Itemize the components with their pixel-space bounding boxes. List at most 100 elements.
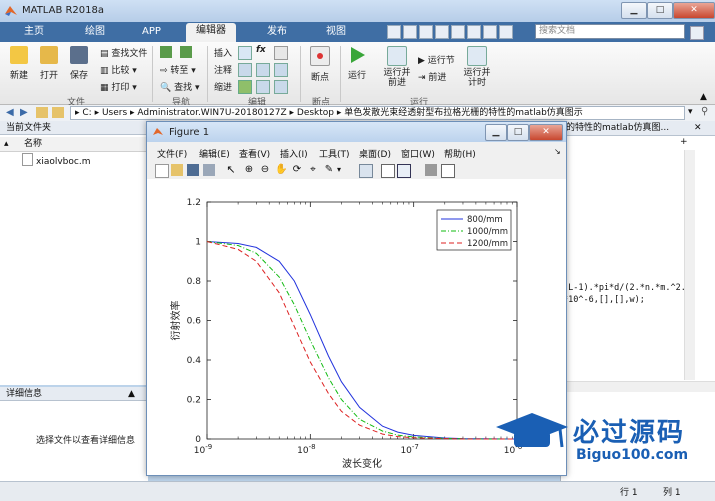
pan-icon[interactable]: ✋	[275, 164, 287, 176]
show-plot-tools-icon[interactable]	[441, 164, 455, 178]
print-figure-icon[interactable]	[203, 164, 215, 176]
open-button[interactable]: 打开	[40, 46, 58, 81]
increase-indent-icon[interactable]	[256, 80, 270, 94]
collapse-ribbon-icon[interactable]: ▲	[700, 92, 707, 102]
path-segment[interactable]: 单色发散光束经透射型布拉格光栅的特性的matlab仿真图示	[344, 108, 583, 118]
redo-icon[interactable]	[419, 25, 433, 39]
smart-indent-icon[interactable]	[238, 80, 252, 94]
menu-desktop[interactable]: 桌面(D)	[359, 147, 391, 160]
layout-icon[interactable]	[499, 25, 513, 39]
insert-dropdown-icon[interactable]	[274, 46, 288, 60]
tab-apps[interactable]: APP	[132, 24, 171, 40]
menu-tools[interactable]: 工具(T)	[319, 147, 350, 160]
path-segment[interactable]: Administrator.WIN7U-20180127Z	[137, 108, 286, 118]
new-button[interactable]: 新建	[10, 46, 28, 81]
maximize-button[interactable]: □	[647, 2, 673, 19]
minimize-button[interactable]: ▁	[621, 2, 647, 19]
figure-close-button[interactable]: ✕	[529, 124, 563, 141]
editor-scrollbar[interactable]	[684, 150, 695, 380]
search-folder-icon[interactable]: ⚲	[701, 106, 708, 117]
tab-plots[interactable]: 绘图	[75, 24, 115, 40]
brush-icon[interactable]: ✎	[323, 164, 335, 176]
back-arrow-icon[interactable]: ◀	[6, 107, 14, 118]
code-line[interactable]: (L-1).*pi*d/(2.*n.*m.^2.	[563, 283, 686, 293]
menu-insert[interactable]: 插入(I)	[280, 147, 308, 160]
figure-minimize-button[interactable]: ▁	[485, 124, 507, 141]
insert-colorbar-icon[interactable]	[381, 164, 395, 178]
run-section-button[interactable]: ▶ 运行节	[418, 53, 455, 66]
hide-plot-tools-icon[interactable]	[425, 164, 437, 176]
path-dropdown-icon[interactable]: ▾	[688, 107, 693, 117]
go-forward-icon[interactable]	[180, 46, 192, 58]
help-quick-icon[interactable]	[483, 25, 497, 39]
run-button[interactable]: 运行	[348, 46, 366, 81]
save-figure-icon[interactable]	[187, 164, 199, 176]
insert-button[interactable]: 插入	[214, 46, 232, 59]
menu-edit[interactable]: 编辑(E)	[199, 147, 230, 160]
tab-publish[interactable]: 发布	[257, 24, 297, 40]
menu-help[interactable]: 帮助(H)	[444, 147, 476, 160]
current-folder-path[interactable]: ▸ C: ▸ Users ▸ Administrator.WIN7U-20180…	[70, 106, 685, 120]
function-icon[interactable]: fx	[256, 45, 266, 55]
panel-close-icon[interactable]: ✕	[694, 123, 702, 133]
current-folder-panel	[0, 135, 151, 385]
tab-home[interactable]: 主页	[14, 24, 54, 40]
tab-editor[interactable]: 编辑器	[186, 23, 236, 42]
list-item[interactable]: xiaolvboc.m	[22, 153, 90, 167]
tab-view[interactable]: 视图	[316, 24, 356, 40]
print-icon: ▦	[100, 83, 112, 93]
save-button[interactable]: 保存	[70, 46, 88, 81]
wrap-comment-icon[interactable]	[274, 63, 288, 77]
zoom-out-icon[interactable]: ⊖	[259, 164, 271, 176]
search-docs-input[interactable]: 搜索文档	[535, 24, 685, 39]
save-quick-icon[interactable]	[387, 25, 401, 39]
code-line[interactable]: *10^-6,[],[],w);	[563, 295, 645, 305]
new-figure-icon[interactable]	[155, 164, 169, 178]
close-button[interactable]: ✕	[673, 2, 715, 19]
copy-icon[interactable]	[451, 25, 465, 39]
details-toggle-icon[interactable]: ▲	[128, 389, 135, 399]
editor-hscrollbar[interactable]	[560, 381, 715, 392]
forward-arrow-icon[interactable]: ▶	[20, 107, 28, 118]
comment-icon[interactable]	[238, 63, 252, 77]
brush-dropdown-icon[interactable]: ▾	[337, 164, 349, 176]
path-segment[interactable]: Users	[102, 108, 127, 118]
zoom-in-icon[interactable]: ⊕	[243, 164, 255, 176]
decrease-indent-icon[interactable]	[274, 80, 288, 94]
goto-button[interactable]: ⇨ 转至 ▾	[160, 63, 196, 76]
menu-file[interactable]: 文件(F)	[157, 147, 187, 160]
advance-button[interactable]: ⇥ 前进	[418, 70, 446, 83]
paste-icon[interactable]	[467, 25, 481, 39]
pointer-icon[interactable]: ↖	[225, 164, 237, 176]
figure-maximize-button[interactable]: □	[507, 124, 529, 141]
find-button[interactable]: 🔍 查找 ▾	[160, 80, 199, 93]
search-icon[interactable]	[690, 26, 704, 40]
uncomment-icon[interactable]	[256, 63, 270, 77]
open-file-icon[interactable]	[171, 164, 183, 176]
run-advance-button[interactable]: 运行并 前进	[380, 46, 414, 88]
data-cursor-icon[interactable]: ⌖	[307, 164, 319, 176]
print-button[interactable]: ▦ 打印 ▾	[100, 80, 137, 93]
insert-legend-icon[interactable]	[397, 164, 411, 178]
rotate-3d-icon[interactable]: ⟳	[291, 164, 303, 176]
link-plot-icon[interactable]	[359, 164, 373, 178]
browse-folder-icon[interactable]	[52, 107, 64, 118]
cut-icon[interactable]	[435, 25, 449, 39]
comment-button[interactable]: 注释	[214, 63, 232, 76]
path-segment[interactable]: C:	[82, 108, 91, 118]
name-column-header[interactable]: 名称 ▴	[0, 137, 150, 152]
find-files-button[interactable]: ▤ 查找文件	[100, 46, 147, 59]
insert-section-icon[interactable]	[238, 46, 252, 60]
go-back-icon[interactable]	[160, 46, 172, 58]
panel-menu-icon[interactable]: +	[680, 137, 688, 147]
indent-button[interactable]: 缩进	[214, 80, 232, 93]
menu-view[interactable]: 查看(V)	[239, 147, 270, 160]
undo-icon[interactable]	[403, 25, 417, 39]
compare-button[interactable]: ▥ 比较 ▾	[100, 63, 137, 76]
up-folder-icon[interactable]	[36, 107, 48, 118]
menu-window[interactable]: 窗口(W)	[401, 147, 435, 160]
run-time-button[interactable]: 运行并 计时	[462, 46, 492, 88]
path-segment[interactable]: Desktop	[297, 108, 334, 118]
menu-dock-icon[interactable]: ↘	[554, 147, 561, 156]
breakpoints-button[interactable]: 断点	[310, 46, 330, 83]
